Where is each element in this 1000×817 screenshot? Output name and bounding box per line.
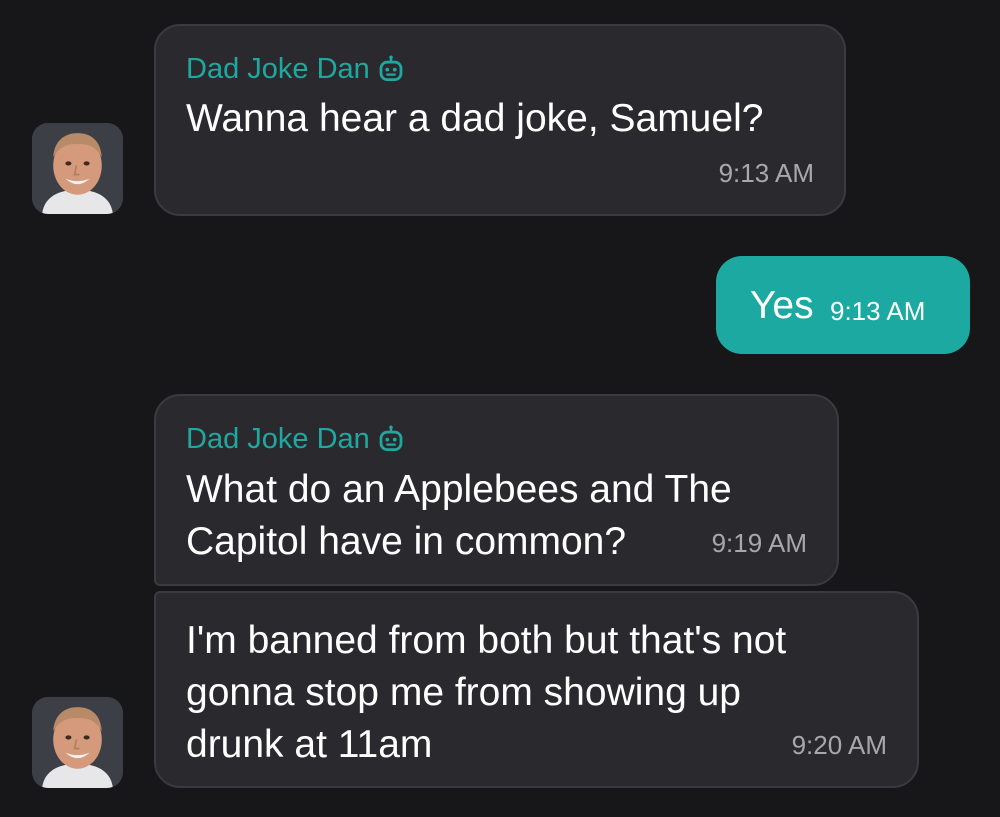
sender-name[interactable]: Dad Joke Dan: [186, 422, 370, 456]
message-line: What do an Applebees and The: [186, 468, 732, 511]
message-bubble[interactable]: Dad Joke Dan Wanna hear a dad joke, Samu…: [154, 24, 846, 216]
outgoing-message-bubble[interactable]: Yes 9:13 AM: [716, 256, 970, 354]
message-bubble[interactable]: Dad Joke Dan What do an Applebees and Th…: [154, 394, 839, 586]
message-bubble[interactable]: I'm banned from both but that's not gonn…: [154, 591, 919, 788]
avatar-face-image: [32, 123, 123, 214]
message-line: I'm banned from both but that's not: [186, 619, 787, 662]
sender-avatar[interactable]: [32, 123, 123, 214]
message-text: Yes: [750, 280, 814, 332]
message-line: gonna stop me from showing up: [186, 671, 741, 714]
sender-avatar[interactable]: [32, 697, 123, 788]
message-line: Wanna hear a dad joke, Samuel?: [186, 97, 764, 140]
avatar-face-image: [32, 697, 123, 788]
message-text: What do an Applebees and The Capitol hav…: [186, 464, 732, 568]
sender-name[interactable]: Dad Joke Dan: [186, 52, 370, 86]
robot-icon: [379, 425, 403, 451]
message-timestamp: 9:20 AM: [791, 730, 887, 760]
sender-row: Dad Joke Dan: [186, 422, 406, 456]
message-timestamp: 9:19 AM: [711, 528, 807, 558]
robot-icon: [379, 55, 403, 81]
message-line: drunk at 11am: [186, 723, 433, 766]
message-text: I'm banned from both but that's not gonn…: [186, 615, 786, 771]
message-timestamp: 9:13 AM: [718, 158, 814, 188]
message-timestamp: 9:13 AM: [830, 296, 926, 326]
message-line: Capitol have in common?: [186, 520, 627, 563]
sender-row: Dad Joke Dan: [186, 52, 406, 86]
message-line: Yes: [750, 284, 814, 327]
message-text: Wanna hear a dad joke, Samuel?: [186, 93, 763, 145]
